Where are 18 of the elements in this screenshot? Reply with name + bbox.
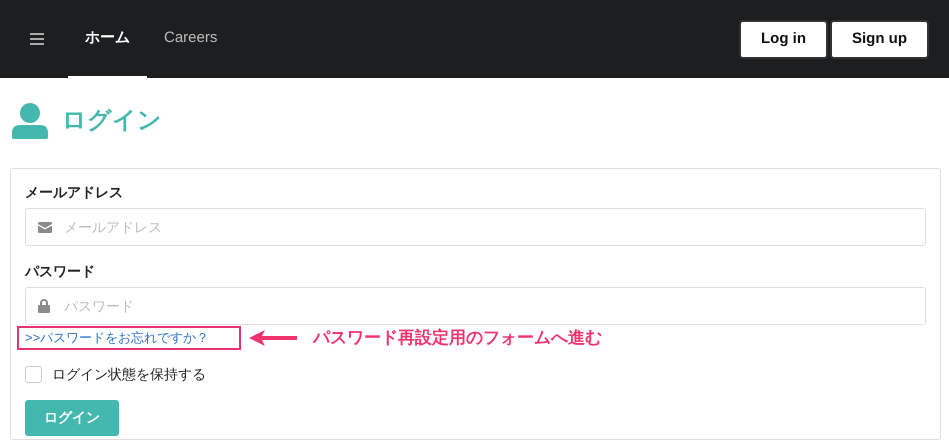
login-button[interactable]: Log in <box>739 20 828 58</box>
annotation-text: パスワード再設定用のフォームへ進む <box>313 327 602 349</box>
nav-tab[interactable]: ホーム <box>68 0 147 78</box>
menu-icon[interactable] <box>30 33 44 45</box>
lock-icon <box>38 299 50 313</box>
arrow-icon <box>249 330 297 346</box>
mail-icon <box>38 222 52 232</box>
password-field[interactable]: パスワード <box>25 287 926 325</box>
remember-checkbox[interactable] <box>25 366 42 382</box>
signup-button[interactable]: Sign up <box>830 20 929 58</box>
forgot-password-link[interactable]: >>パスワードをお忘れですか？ <box>17 326 241 350</box>
nav-tab[interactable]: Careers <box>147 0 234 78</box>
email-field[interactable]: メールアドレス <box>25 208 926 246</box>
field-label: メールアドレス <box>25 183 124 202</box>
field-label: パスワード <box>25 262 96 281</box>
page-title: ログイン <box>62 106 162 136</box>
remember-label: ログイン状態を保持する <box>52 364 206 384</box>
user-icon <box>12 103 48 139</box>
